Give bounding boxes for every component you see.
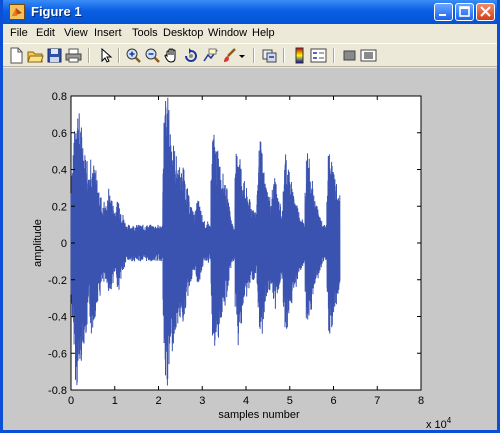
toolbar-separator [283,48,285,63]
figure-window: Figure 1 File Edit View Insert Tools Des… [0,0,500,433]
legend-icon[interactable] [310,47,327,64]
x-tick-label: 4 [243,395,249,407]
toolbar-separator [333,48,335,63]
maximize-button[interactable] [455,3,474,21]
zoom-in-icon[interactable] [125,47,142,64]
data-cursor-icon[interactable] [202,47,219,64]
y-tick-label: 0.8 [52,91,67,103]
menu-tools[interactable]: Tools [132,27,158,39]
menu-help[interactable]: Help [252,27,275,39]
y-tick-label: -0.4 [48,312,67,324]
colorbar-icon[interactable] [291,47,308,64]
y-tick-label: -0.6 [48,348,67,360]
x-tick-label: 7 [374,395,380,407]
menu-file[interactable]: File [10,27,28,39]
link-plot-icon[interactable] [261,47,278,64]
toolbar-separator [253,48,255,63]
figure-toolbar [3,43,497,67]
y-tick-label: 0.4 [52,165,67,177]
menu-window[interactable]: Window [208,27,247,39]
brush-icon[interactable] [221,47,238,64]
y-tick-label: 0.6 [52,128,67,140]
title-bar[interactable]: Figure 1 [3,0,497,24]
menu-desktop[interactable]: Desktop [163,27,203,39]
open-folder-icon[interactable] [27,47,44,64]
y-tick-label: -0.8 [48,385,67,397]
matlab-figure-icon [9,4,25,20]
waveform-plot[interactable]: 0 1 2 3 4 5 6 7 8 0.8 0.6 0.4 0.2 0 -0.2 -0.4 -0.6 -0.8 s… [3,68,497,431]
new-file-icon[interactable] [8,47,25,64]
pan-hand-icon[interactable] [163,47,180,64]
zoom-out-icon[interactable] [144,47,161,64]
x-axis-exponent: x 104 [426,416,452,430]
y-tick-label: 0 [61,238,67,250]
menu-edit[interactable]: Edit [36,27,55,39]
x-tick-label: 1 [112,395,118,407]
rotate-3d-icon[interactable] [183,47,200,64]
menu-insert[interactable]: Insert [94,27,122,39]
brush-dropdown-icon[interactable] [238,47,246,64]
x-axis-label: samples number [218,409,300,421]
print-icon[interactable] [65,47,82,64]
y-tick-label: -0.2 [48,275,67,287]
x-tick-label: 2 [155,395,161,407]
minimize-button[interactable] [434,3,453,21]
close-button[interactable] [476,3,495,21]
x-tick-label: 5 [287,395,293,407]
hide-plot-tools-icon[interactable] [341,47,358,64]
figure-canvas: 0 1 2 3 4 5 6 7 8 0.8 0.6 0.4 0.2 0 -0.2 -0.4 -0.6 -0.8 s… [3,68,497,431]
y-axis-label: amplitude [32,219,44,267]
menu-bar: File Edit View Insert Tools Desktop Wind… [3,24,497,43]
y-tick-label: 0.2 [52,201,67,213]
x-tick-label: 3 [199,395,205,407]
x-tick-label: 8 [418,395,424,407]
toolbar-separator [118,48,120,63]
menu-view[interactable]: View [64,27,88,39]
x-tick-label: 6 [330,395,336,407]
x-tick-label: 0 [68,395,74,407]
save-icon[interactable] [46,47,63,64]
show-plot-tools-icon[interactable] [360,47,377,64]
toolbar-separator [88,48,90,63]
select-arrow-icon[interactable] [97,47,114,64]
window-title: Figure 1 [31,4,82,19]
